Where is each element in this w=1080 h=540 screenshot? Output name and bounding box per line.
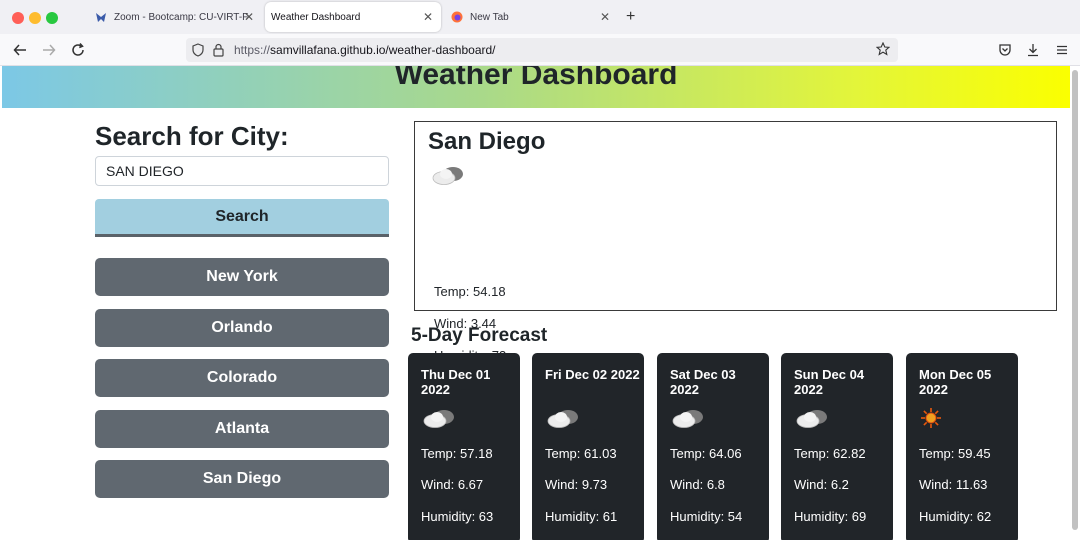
forecast-card: Mon Dec 05 2022 Temp: 59.45 Wind: 11.63 … bbox=[906, 353, 1018, 540]
forecast-temp: Temp: 57.18 bbox=[421, 446, 493, 461]
page-scrollbar[interactable] bbox=[1072, 70, 1078, 530]
forecast-wind: Wind: 6.67 bbox=[421, 477, 484, 492]
address-bar[interactable]: https://samvillafana.github.io/weather-d… bbox=[186, 38, 898, 62]
forecast-card: Sat Dec 03 2022 Temp: 64.06 Wind: 6.8 Hu… bbox=[657, 353, 769, 540]
forecast-date: Sun Dec 04 2022 bbox=[794, 367, 865, 397]
forecast-wind: Wind: 9.73 bbox=[545, 477, 608, 492]
url-path: samvillafana.github.io/weather-dashboard… bbox=[270, 43, 496, 57]
download-icon[interactable] bbox=[1025, 42, 1041, 58]
window-zoom-button[interactable] bbox=[46, 12, 58, 24]
forecast-wind: Wind: 6.2 bbox=[794, 477, 849, 492]
forecast-card: Fri Dec 02 2022 Temp: 61.03 Wind: 9.73 H… bbox=[532, 353, 644, 540]
close-icon[interactable]: ✕ bbox=[423, 10, 433, 24]
forecast-date: Fri Dec 02 2022 bbox=[545, 367, 640, 382]
forecast-card: Thu Dec 01 2022 Temp: 57.18 Wind: 6.67 H… bbox=[408, 353, 520, 540]
forecast-date: Thu Dec 01 2022 bbox=[421, 367, 491, 397]
forecast-temp: Temp: 61.03 bbox=[545, 446, 617, 461]
page-title: Weather Dashboard bbox=[394, 66, 678, 91]
tab-title: New Tab bbox=[470, 11, 509, 23]
browser-nav-bar: https://samvillafana.github.io/weather-d… bbox=[0, 34, 1080, 66]
tab-weather-dashboard[interactable]: Weather Dashboard ✕ bbox=[265, 2, 441, 32]
forecast-date: Mon Dec 05 2022 bbox=[919, 367, 992, 397]
url-scheme: https:// bbox=[234, 43, 271, 57]
forecast-humidity: Humidity: 62 bbox=[919, 509, 992, 524]
cloud-icon bbox=[671, 407, 707, 434]
cloud-icon bbox=[546, 407, 582, 434]
tab-title: Weather Dashboard bbox=[271, 11, 361, 23]
forecast-temp: Temp: 59.45 bbox=[919, 446, 991, 461]
forecast-humidity: Humidity: 54 bbox=[670, 509, 743, 524]
menu-hamburger-icon[interactable] bbox=[1054, 42, 1070, 58]
bookmark-star-icon[interactable] bbox=[875, 41, 891, 61]
tab-title: Zoom - Bootcamp: CU-VIRT-FSF bbox=[114, 11, 248, 23]
forecast-heading: 5-Day Forecast bbox=[411, 325, 548, 346]
history-button-san-diego[interactable]: San Diego bbox=[95, 460, 389, 498]
search-button[interactable]: Search bbox=[95, 199, 389, 237]
browser-tab-bar: Zoom - Bootcamp: CU-VIRT-FSF ✕ Weather D… bbox=[0, 0, 1080, 34]
cloud-icon bbox=[431, 164, 467, 191]
history-button-orlando[interactable]: Orlando bbox=[95, 309, 389, 347]
header-banner: Weather Dashboard bbox=[2, 66, 1070, 108]
forecast-wind: Wind: 11.63 bbox=[919, 477, 988, 492]
forecast-temp: Temp: 62.82 bbox=[794, 446, 866, 461]
window-minimize-button[interactable] bbox=[29, 12, 41, 24]
current-city-name: San Diego bbox=[428, 128, 546, 155]
current-weather-panel: San Diego Temp: 54.18 Wind: 3.44 Humidit… bbox=[414, 121, 1057, 363]
pocket-icon[interactable] bbox=[997, 42, 1013, 58]
search-heading: Search for City: bbox=[95, 121, 289, 151]
tab-zoom[interactable]: Zoom - Bootcamp: CU-VIRT-FSF ✕ bbox=[86, 2, 262, 32]
forecast-humidity: Humidity: 61 bbox=[545, 509, 618, 524]
forecast-humidity: Humidity: 63 bbox=[421, 509, 494, 524]
forecast-date: Sat Dec 03 2022 bbox=[670, 367, 736, 397]
new-tab-plus-icon[interactable]: + bbox=[626, 8, 635, 26]
firefox-icon bbox=[450, 10, 464, 24]
url-text: https://samvillafana.github.io/weather-d… bbox=[234, 43, 496, 57]
history-button-colorado[interactable]: Colorado bbox=[95, 359, 389, 397]
forecast-wind: Wind: 6.8 bbox=[670, 477, 725, 492]
forward-arrow-icon[interactable] bbox=[41, 42, 57, 58]
cloud-icon bbox=[422, 407, 458, 434]
zoom-icon bbox=[94, 10, 108, 24]
history-button-atlanta[interactable]: Atlanta bbox=[95, 410, 389, 448]
current-temp: Temp: 54.18 bbox=[434, 284, 506, 299]
web-page: Weather Dashboard Search for City: Searc… bbox=[0, 66, 1080, 540]
forecast-card: Sun Dec 04 2022 Temp: 62.82 Wind: 6.2 Hu… bbox=[781, 353, 893, 540]
forecast-humidity: Humidity: 69 bbox=[794, 509, 867, 524]
tab-new-tab[interactable]: New Tab ✕ bbox=[442, 2, 618, 32]
cloud-icon bbox=[795, 407, 831, 434]
back-arrow-icon[interactable] bbox=[12, 42, 28, 58]
sun-icon bbox=[920, 407, 942, 434]
shield-icon[interactable] bbox=[192, 43, 204, 62]
lock-icon[interactable] bbox=[213, 43, 224, 62]
history-button-new-york[interactable]: New York bbox=[95, 258, 389, 296]
reload-icon[interactable] bbox=[70, 42, 86, 58]
close-icon[interactable]: ✕ bbox=[244, 10, 254, 24]
close-icon[interactable]: ✕ bbox=[600, 10, 610, 24]
city-search-input[interactable] bbox=[95, 156, 389, 186]
forecast-temp: Temp: 64.06 bbox=[670, 446, 742, 461]
window-close-button[interactable] bbox=[12, 12, 24, 24]
